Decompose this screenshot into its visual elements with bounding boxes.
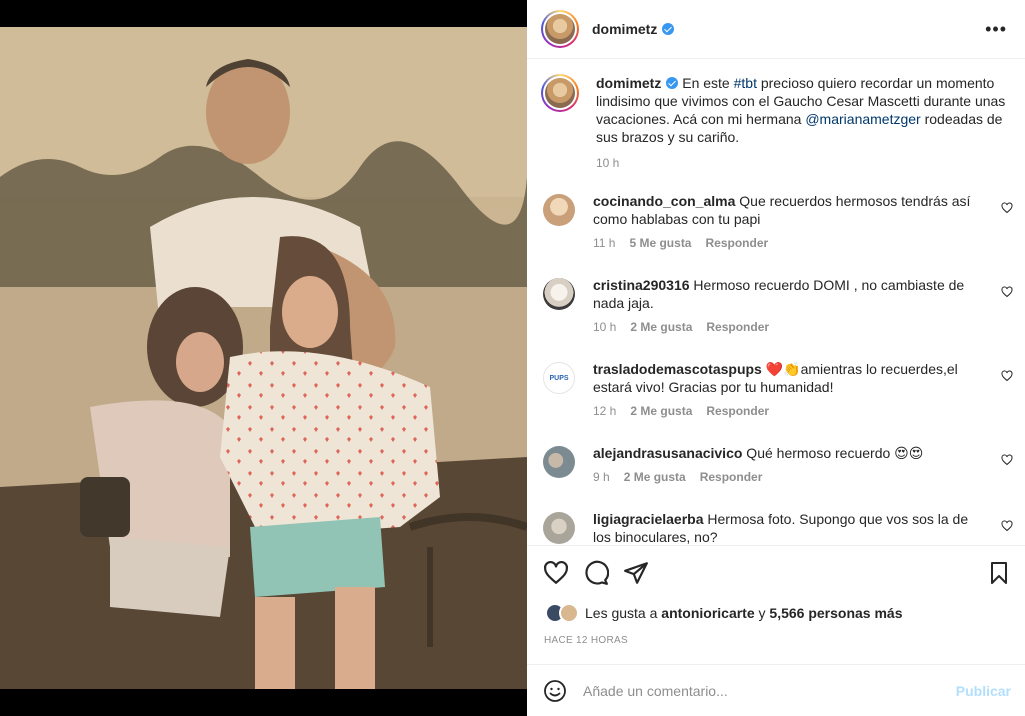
hashtag-link[interactable]: #tbt (734, 75, 757, 91)
comment-item: ligiagracielaerba Hermosa foto. Supongo … (541, 510, 1025, 545)
commenter-username[interactable]: cristina290316 (593, 277, 690, 293)
author-avatar[interactable] (541, 10, 579, 48)
commenter-username[interactable]: cocinando_con_alma (593, 193, 735, 209)
commenter-avatar[interactable] (543, 194, 575, 226)
reply-button[interactable]: Responder (706, 404, 769, 418)
comment-heart-icon[interactable] (1001, 202, 1013, 214)
commenter-avatar[interactable] (543, 446, 575, 478)
comment-item: cocinando_con_alma Que recuerdos hermoso… (541, 192, 1025, 250)
heart-icon[interactable] (543, 560, 569, 586)
publish-button[interactable]: Publicar (956, 683, 1011, 699)
comment-text: Qué hermoso recuerdo 😍😍 (742, 445, 924, 461)
mention-link[interactable]: @marianametzger (805, 111, 920, 127)
author-username[interactable]: domimetz (592, 21, 657, 37)
comment-heart-icon[interactable] (1001, 520, 1013, 532)
comments-list[interactable]: domimetz En este #tbt precioso quiero re… (527, 60, 1025, 546)
post-photo[interactable] (0, 27, 527, 689)
post-header: domimetz ••• (527, 0, 1025, 59)
likes-text: Les gusta a (585, 605, 662, 621)
likes-text: y (754, 605, 770, 621)
photo-illustration (0, 27, 527, 689)
post-detail-panel: domimetz ••• domimetz En este #tbt preci… (527, 0, 1025, 716)
post-media-area (0, 0, 527, 716)
reply-button[interactable]: Responder (700, 470, 763, 484)
comment-input[interactable] (583, 682, 956, 699)
emoji-icon[interactable] (543, 679, 567, 703)
reply-button[interactable]: Responder (706, 320, 769, 334)
comment-heart-icon[interactable] (1001, 370, 1013, 382)
commenter-username[interactable]: ligiagracielaerba (593, 511, 704, 527)
comment-likes[interactable]: 5 Me gusta (629, 236, 691, 250)
liker-avatar[interactable] (559, 603, 579, 623)
comment-time[interactable]: 11 h (593, 236, 615, 250)
reply-button[interactable]: Responder (705, 236, 768, 250)
comment-heart-icon[interactable] (1001, 286, 1013, 298)
commenter-username[interactable]: trasladodemascotaspups (593, 361, 762, 377)
likes-count[interactable]: 5,566 personas más (769, 605, 902, 621)
comment-item: alejandrasusanacivico Qué hermoso recuer… (541, 444, 1025, 484)
more-options-icon[interactable]: ••• (985, 20, 1007, 38)
post-timestamp[interactable]: HACE 12 HORAS (544, 635, 628, 646)
comment-item: PUPS trasladodemascotaspups ❤️👏amientras… (541, 360, 1025, 418)
comment-time[interactable]: 10 h (593, 320, 616, 334)
liker-username[interactable]: antonioricarte (661, 605, 754, 621)
likes-summary: Les gusta a antonioricarte y 5,566 perso… (545, 603, 903, 623)
post-actions (543, 560, 1011, 588)
comment-likes[interactable]: 2 Me gusta (630, 404, 692, 418)
share-icon[interactable] (623, 560, 649, 586)
comment-likes[interactable]: 2 Me gusta (624, 470, 686, 484)
comment-item: cristina290316 Hermoso recuerdo DOMI , n… (541, 276, 1025, 334)
verified-badge-icon (662, 23, 675, 35)
commenter-username[interactable]: alejandrasusanacivico (593, 445, 742, 461)
comment-heart-icon[interactable] (1001, 454, 1013, 466)
comment-time[interactable]: 9 h (593, 470, 610, 484)
commenter-avatar[interactable] (543, 512, 575, 544)
add-comment-bar: Publicar (527, 664, 1025, 716)
caption-username[interactable]: domimetz (596, 75, 661, 91)
bookmark-icon[interactable] (987, 560, 1011, 586)
comment-icon[interactable] (583, 560, 609, 586)
comment-likes[interactable]: 2 Me gusta (630, 320, 692, 334)
verified-badge-icon (666, 77, 679, 89)
post-caption: domimetz En este #tbt precioso quiero re… (527, 60, 1025, 172)
commenter-avatar[interactable]: PUPS (543, 362, 575, 394)
caption-time[interactable]: 10 h (596, 156, 619, 170)
caption-avatar[interactable] (541, 74, 579, 112)
comment-time[interactable]: 12 h (593, 404, 616, 418)
caption-text: En este (678, 75, 734, 91)
commenter-avatar[interactable] (543, 278, 575, 310)
